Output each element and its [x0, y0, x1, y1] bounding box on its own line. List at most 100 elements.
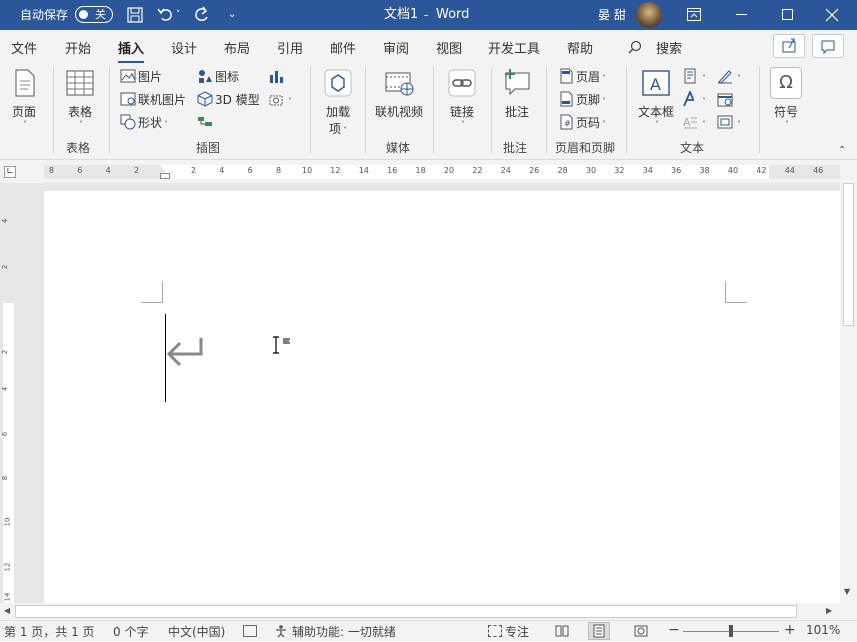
- document-canvas: [16, 183, 840, 603]
- right-indent-marker[interactable]: [721, 173, 731, 179]
- cube-icon: [197, 91, 213, 107]
- web-layout-icon[interactable]: [634, 625, 648, 637]
- print-layout-icon[interactable]: [588, 622, 610, 640]
- horizontal-scroll-thumb[interactable]: [15, 605, 797, 618]
- vertical-ruler-tick-label: 2: [1, 264, 10, 270]
- 3d-models-button[interactable]: 3D 模型: [197, 90, 260, 110]
- screenshot-button[interactable]: ˅: [268, 90, 292, 110]
- read-mode-icon[interactable]: [555, 625, 569, 637]
- table-label: 表格: [67, 105, 92, 119]
- toggle-knob: [79, 10, 88, 19]
- online-video-button[interactable]: 联机视频: [372, 67, 426, 120]
- separator: [310, 67, 311, 153]
- page-number-button[interactable]: # 页码 ˅: [558, 113, 606, 133]
- zoom-out-icon[interactable]: −: [668, 622, 680, 638]
- links-button[interactable]: 链接 ˅: [444, 67, 480, 129]
- vertical-ruler[interactable]: 4 2 2 4 6 8 10 12 14: [0, 183, 16, 603]
- accessibility-icon[interactable]: [274, 624, 288, 638]
- customize-toolbar-icon[interactable]: ⌄: [228, 0, 236, 30]
- object-button[interactable]: ˅: [717, 113, 741, 133]
- pictures-label: 图片: [138, 70, 163, 84]
- search-icon[interactable]: [628, 40, 642, 54]
- macro-record-icon[interactable]: [243, 625, 257, 637]
- crop-mark-top-left: [141, 281, 163, 303]
- avatar[interactable]: [636, 2, 662, 28]
- focus-label[interactable]: 专注: [505, 623, 529, 640]
- textbox-button[interactable]: A 文本框 ˅: [636, 67, 676, 129]
- share-button[interactable]: [773, 34, 805, 58]
- footer-button[interactable]: 页脚 ˅: [558, 90, 606, 110]
- drop-cap-button[interactable]: A ˅: [682, 113, 706, 133]
- scroll-left-icon[interactable]: ◀: [4, 606, 10, 615]
- new-comment-button[interactable]: 批注: [499, 67, 535, 120]
- accessibility-status[interactable]: 辅助功能: 一切就绪: [292, 623, 396, 640]
- horizontal-ruler[interactable]: 8 6 4 2 2 4 6 8 10 12 14 16 18 20 22 24 26 28 30 32 34 36 38 40…: [44, 165, 840, 179]
- online-pictures-button[interactable]: 联机图片: [120, 90, 186, 110]
- addins-button[interactable]: 加载项 ˅: [318, 67, 358, 137]
- language[interactable]: 中文(中国): [168, 623, 225, 640]
- focus-icon[interactable]: [488, 625, 502, 637]
- date-time-button[interactable]: [717, 90, 735, 110]
- tab-home[interactable]: 开始: [65, 38, 91, 57]
- autosave-state: 关: [95, 8, 106, 21]
- ruler-tick-label: 10: [301, 166, 313, 175]
- separator: [759, 67, 760, 153]
- signature-line-button[interactable]: ˅: [717, 67, 741, 87]
- smartart-button[interactable]: [197, 113, 215, 133]
- tab-review[interactable]: 审阅: [383, 38, 409, 57]
- pictures-button[interactable]: 图片: [120, 67, 162, 87]
- link-icon: [446, 67, 478, 99]
- user-name[interactable]: 晏 甜: [598, 0, 626, 30]
- tab-design[interactable]: 设计: [171, 38, 197, 57]
- tab-references[interactable]: 引用: [277, 38, 303, 57]
- comments-button[interactable]: [812, 34, 844, 58]
- footer-icon: [558, 91, 574, 107]
- wordart-button[interactable]: ˅: [682, 89, 706, 110]
- redo-icon[interactable]: [193, 5, 211, 25]
- undo-dropdown-icon[interactable]: ˅: [176, 0, 181, 30]
- save-icon[interactable]: [127, 7, 143, 23]
- scroll-right-icon[interactable]: ▶: [826, 606, 832, 615]
- table-button[interactable]: 表格 ˅: [62, 67, 98, 129]
- shapes-button[interactable]: 形状 ˅: [120, 113, 168, 133]
- group-tables: 表格: [66, 141, 91, 155]
- scroll-thumb[interactable]: [843, 183, 854, 326]
- maximize-icon[interactable]: [782, 9, 793, 20]
- collapse-ribbon-icon[interactable]: ⌃: [838, 145, 846, 156]
- ruler-tick-label: 26: [529, 166, 540, 175]
- minimize-icon[interactable]: [736, 14, 747, 15]
- ruler-tick-label: 4: [105, 166, 111, 175]
- zoom-in-icon[interactable]: +: [784, 622, 796, 638]
- vertical-scrollbar[interactable]: ▲ ▼: [840, 183, 857, 603]
- search-label[interactable]: 搜索: [656, 38, 682, 57]
- tab-developer[interactable]: 开发工具: [488, 38, 540, 57]
- tab-help[interactable]: 帮助: [567, 38, 593, 57]
- tab-view[interactable]: 视图: [436, 38, 462, 57]
- autosave-toggle[interactable]: 关: [75, 6, 113, 23]
- horizontal-scrollbar[interactable]: ◀ ▶: [0, 603, 857, 620]
- first-line-indent-marker[interactable]: [160, 165, 170, 171]
- undo-icon[interactable]: [156, 6, 174, 24]
- quick-parts-button[interactable]: ˅: [682, 67, 706, 87]
- tab-insert[interactable]: 插入: [118, 38, 145, 63]
- table-icon: [64, 67, 96, 99]
- page-count[interactable]: 第 1 页，共 1 页: [4, 623, 95, 640]
- scroll-down-icon[interactable]: ▼: [844, 587, 850, 596]
- ribbon-display-icon[interactable]: [687, 8, 701, 21]
- hanging-indent-marker[interactable]: [160, 173, 170, 179]
- zoom-level[interactable]: 101%: [806, 623, 840, 637]
- word-count[interactable]: 0 个字: [113, 623, 148, 640]
- close-icon[interactable]: [825, 8, 839, 22]
- icons-button[interactable]: 图标: [197, 67, 239, 87]
- chart-button[interactable]: [268, 67, 286, 87]
- tab-layout[interactable]: 布局: [224, 38, 250, 57]
- zoom-slider-thumb[interactable]: [729, 625, 733, 637]
- header-button[interactable]: 页眉 ˅: [558, 67, 606, 87]
- ruler-tick-label: 36: [671, 166, 682, 175]
- tab-file[interactable]: 文件: [11, 38, 37, 57]
- tab-mailings[interactable]: 邮件: [330, 38, 356, 57]
- symbols-button[interactable]: Ω 符号 ˅: [768, 67, 804, 129]
- document-page[interactable]: [44, 191, 840, 603]
- pages-button[interactable]: 页面 ˅: [6, 67, 42, 129]
- tab-selector[interactable]: ∟: [4, 166, 16, 178]
